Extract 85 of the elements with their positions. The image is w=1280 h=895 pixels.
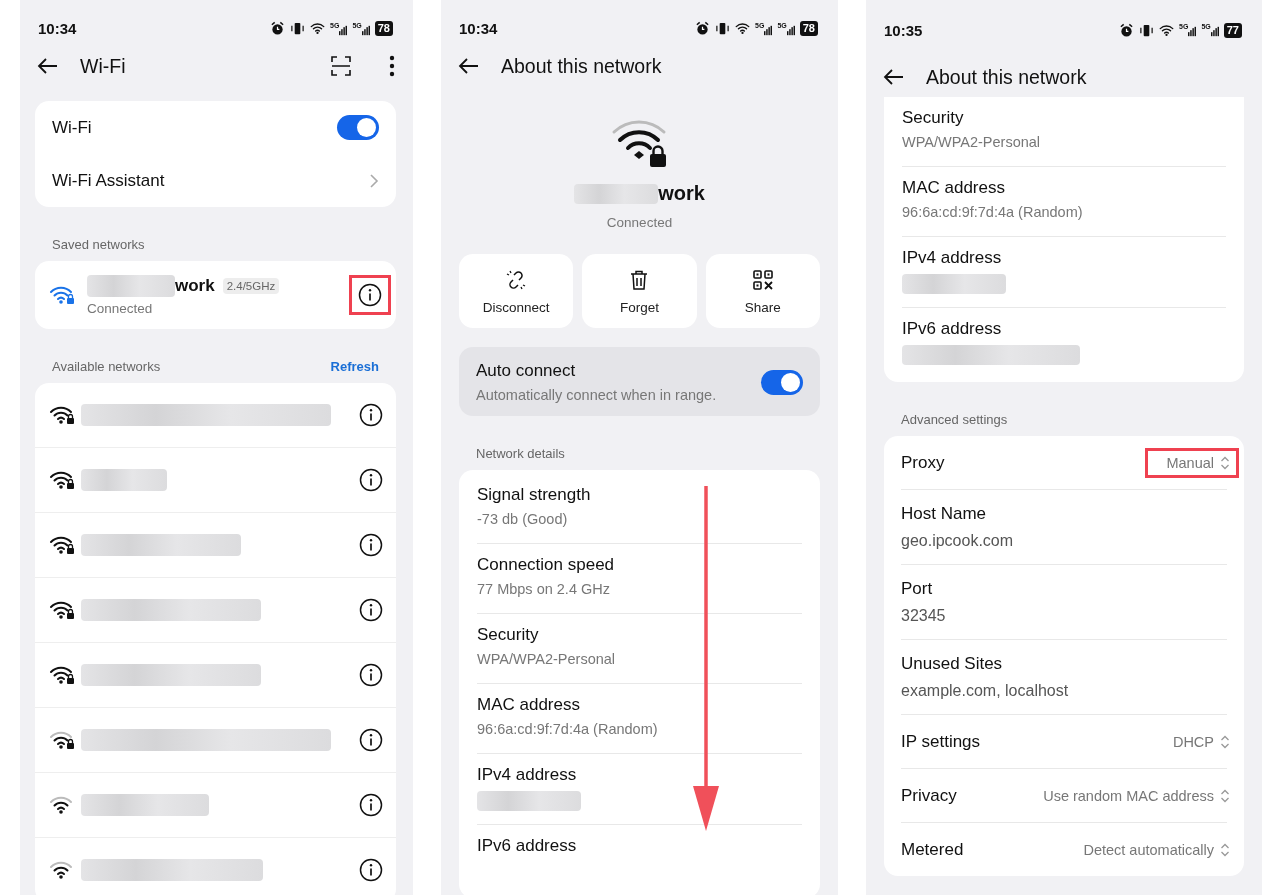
detail-label: IPv4 address (477, 765, 578, 785)
detail-value: 96:6a:cd:9f:7d:4a (Random) (902, 204, 1084, 220)
refresh-link[interactable]: Refresh (330, 359, 379, 374)
detail-value: WPA/WPA2-Personal (902, 134, 1042, 150)
detail-value: -73 db (Good) (477, 511, 569, 527)
wifi-lock-icon (49, 285, 75, 305)
setting-value: example.com, localhost (901, 682, 1070, 700)
connection-status: Connected (606, 215, 673, 230)
alarm-icon (270, 21, 286, 36)
dropdown-select[interactable]: Use random MAC address (1043, 787, 1230, 804)
info-icon[interactable] (359, 793, 383, 817)
detail-label: Connection speed (477, 555, 616, 575)
detail-label: IPv6 address (477, 836, 578, 856)
screen-title: About this network (501, 54, 662, 78)
detail-label: Security (477, 625, 540, 645)
dropdown-select[interactable]: Detect automatically (1083, 841, 1230, 858)
setting-value: 32345 (901, 607, 947, 625)
forget-button[interactable]: Forget (582, 254, 697, 328)
dropdown-select[interactable]: Manual (1166, 454, 1230, 471)
dropdown-select[interactable]: DHCP (1172, 733, 1230, 750)
battery-indicator: 78 (799, 21, 818, 36)
toggle-switch[interactable] (337, 115, 379, 140)
vibrate-icon (290, 21, 306, 36)
info-icon[interactable] (359, 663, 383, 687)
connection-status: Connected (87, 300, 154, 316)
share-button[interactable]: Share (705, 254, 820, 328)
wifi-status-icon (1159, 22, 1175, 38)
info-icon[interactable] (359, 598, 383, 622)
vibrate-icon (715, 21, 731, 36)
setting-label: IP settings (901, 731, 981, 752)
alarm-icon (695, 21, 711, 36)
saved-network-card[interactable]: work 2.4/5GHz Connected (35, 261, 396, 329)
up-down-chevron-icon (1220, 787, 1230, 804)
info-icon[interactable] (359, 403, 383, 427)
battery-indicator: 78 (374, 21, 393, 36)
detail-label: MAC address (902, 178, 1006, 198)
more-menu-icon[interactable] (389, 54, 395, 78)
info-icon[interactable] (358, 283, 382, 307)
setting-label: Host Name (901, 504, 988, 524)
disconnect-button[interactable]: Disconnect (459, 254, 574, 328)
detail-label: IPv4 address (902, 248, 1003, 268)
qr-code-icon (750, 267, 775, 292)
band-tag: 2.4/5GHz (222, 277, 280, 294)
info-icon[interactable] (359, 533, 383, 557)
section-label: Network details (475, 445, 566, 463)
screen-title: Wi-Fi (80, 54, 126, 78)
scan-icon[interactable] (329, 54, 353, 78)
alarm-icon (1119, 22, 1135, 38)
detail-label: Signal strength (477, 485, 592, 505)
detail-value: 96:6a:cd:9f:7d:4a (Random) (477, 721, 659, 737)
setting-label: Proxy (901, 452, 945, 473)
vibrate-icon (1139, 22, 1155, 38)
wifi-status-icon (310, 21, 326, 36)
status-time: 10:35 (884, 21, 923, 39)
screen-title: About this network (926, 65, 1087, 89)
network-name: work (175, 275, 215, 296)
setting-value: geo.ipcook.com (901, 532, 1015, 550)
detail-label: IPv6 address (902, 319, 1003, 339)
info-icon[interactable] (359, 728, 383, 752)
network-name: work (658, 182, 705, 205)
section-label: Advanced settings (900, 411, 1009, 429)
info-icon[interactable] (359, 468, 383, 492)
detail-label: Security (902, 108, 965, 128)
status-time: 10:34 (459, 20, 498, 37)
setting-label: Privacy (901, 785, 957, 806)
up-down-chevron-icon (1220, 841, 1230, 858)
detail-value: 77 Mbps on 2.4 GHz (477, 581, 611, 597)
wifi-status-icon (735, 21, 751, 36)
setting-label: Metered (901, 839, 964, 860)
up-down-chevron-icon (1220, 454, 1230, 471)
info-icon[interactable] (359, 858, 383, 882)
detail-value: WPA/WPA2-Personal (477, 651, 617, 667)
up-down-chevron-icon (1220, 733, 1230, 750)
setting-label: Wi-Fi (52, 117, 92, 138)
setting-label: Port (901, 579, 934, 599)
toggle-switch[interactable] (761, 369, 803, 395)
setting-label: Unused Sites (901, 654, 1004, 674)
setting-label: Wi-Fi Assistant (52, 170, 165, 191)
status-time: 10:34 (38, 20, 77, 37)
setting-description: Automatically connect when in range. (476, 387, 717, 403)
detail-label: MAC address (477, 695, 581, 715)
section-label: Available networks (52, 359, 161, 374)
setting-label: Auto connect (476, 361, 577, 381)
section-label: Saved networks (51, 236, 146, 254)
battery-indicator: 77 (1223, 22, 1242, 38)
